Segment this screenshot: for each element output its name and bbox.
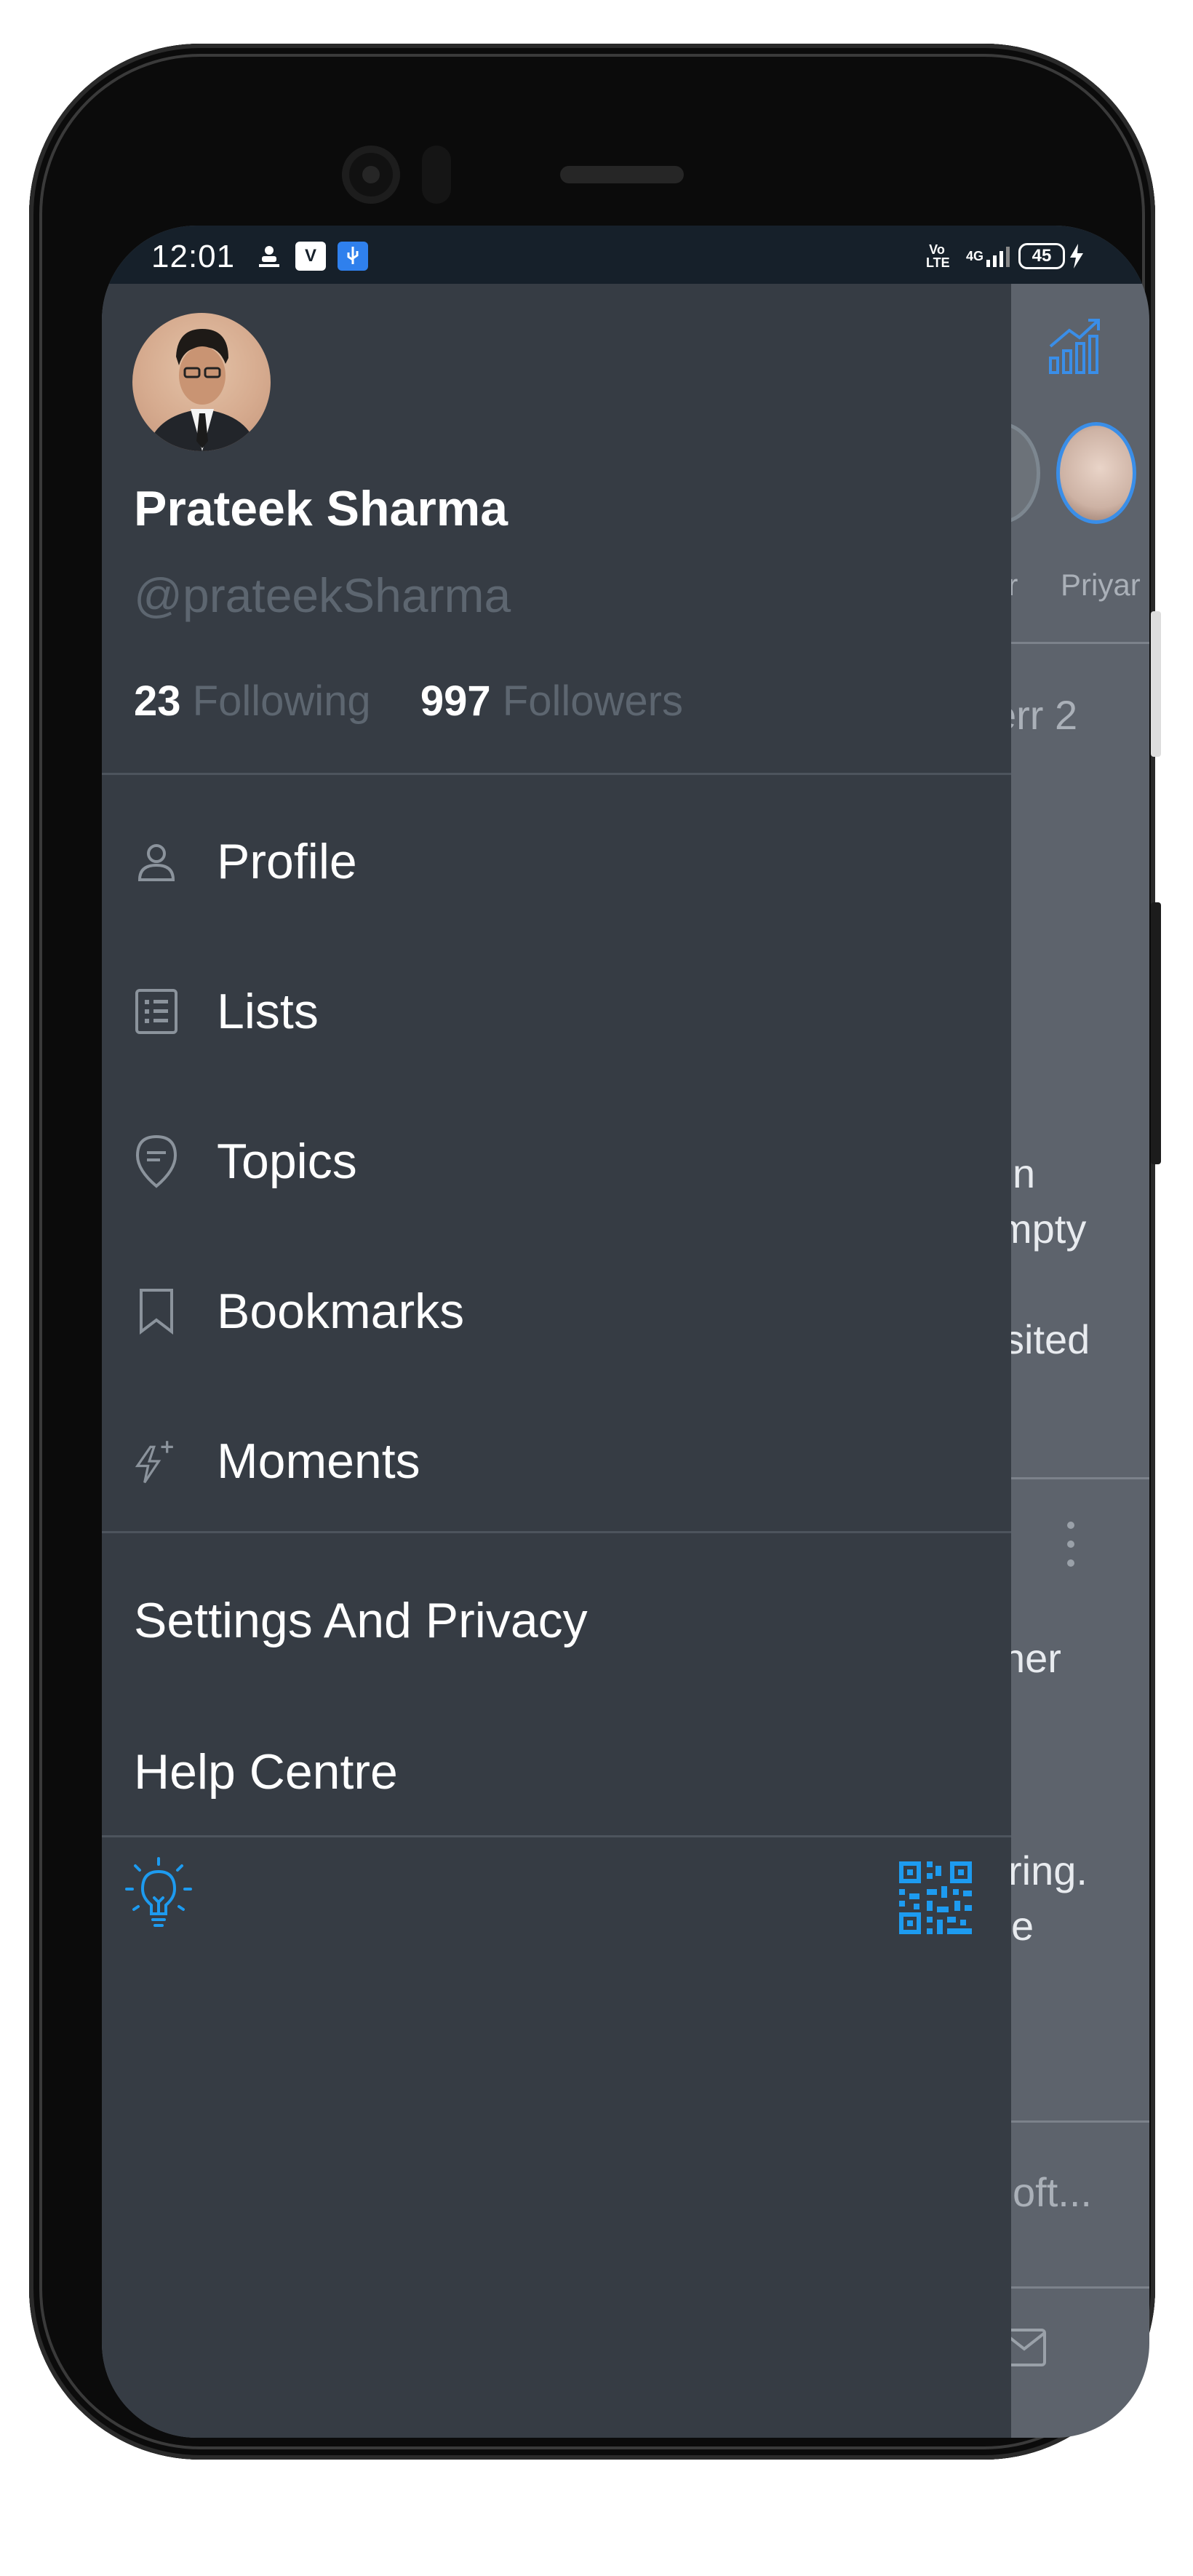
menu-item-lists[interactable]: Lists	[134, 968, 319, 1055]
usb-notification-icon	[338, 242, 368, 271]
proximity-sensor	[422, 146, 451, 204]
analytics-icon[interactable]	[1048, 317, 1103, 379]
help-centre-link[interactable]: Help Centre	[134, 1744, 398, 1800]
avatar[interactable]	[132, 313, 271, 451]
menu-item-moments[interactable]: Moments	[134, 1418, 420, 1505]
drawer-divider	[102, 773, 1011, 775]
menu-item-topics[interactable]: Topics	[134, 1118, 357, 1205]
settings-and-privacy-link[interactable]: Settings And Privacy	[134, 1592, 588, 1649]
tweet-text: ring.	[1008, 1848, 1088, 1893]
menu-item-profile[interactable]: Profile	[134, 818, 357, 905]
following-link[interactable]: 23 Following	[134, 677, 383, 725]
qr-code-icon[interactable]	[899, 1861, 972, 1938]
display-name: Prateek Sharma	[134, 481, 508, 536]
moments-icon	[134, 1432, 179, 1490]
menu-item-label: Moments	[217, 1434, 420, 1489]
menu-item-label: Lists	[217, 984, 319, 1039]
followers-label: Followers	[502, 677, 683, 725]
more-options-icon[interactable]	[1066, 1521, 1075, 1571]
menu-item-label: Profile	[217, 834, 357, 889]
profile-notification-icon	[256, 242, 282, 271]
status-time: 12:01	[151, 239, 236, 274]
tweet-text: oft...	[1013, 2169, 1092, 2215]
battery-indicator: 45	[1018, 243, 1065, 269]
timeline-divider	[1011, 1477, 1149, 1479]
volte-icon: Vo LTE	[922, 242, 951, 271]
battery-level: 45	[1032, 246, 1052, 266]
network-4g-label: 4G	[965, 248, 983, 263]
phone-frame: 12:01 V Vo LTE 4G 45 Priyar err 2 n mpty…	[29, 44, 1161, 2460]
lightbulb-icon[interactable]	[121, 1856, 196, 1935]
app-v-notification-icon: V	[295, 242, 326, 271]
tweet-text: n	[1013, 1150, 1036, 1196]
navigation-drawer: Prateek Sharma @prateekSharma 23 Followi…	[102, 284, 1011, 2438]
following-count: 23	[134, 677, 181, 725]
tweet-text: sited	[1004, 1316, 1090, 1362]
followers-count: 997	[420, 677, 491, 725]
earpiece-speaker	[560, 166, 684, 183]
drawer-divider	[102, 1835, 1011, 1837]
charging-icon	[1068, 242, 1085, 271]
volte-label: Vo LTE	[926, 242, 950, 270]
user-handle: @prateekSharma	[134, 568, 511, 622]
bookmark-icon	[134, 1282, 179, 1340]
tweet-text: her	[1002, 1635, 1061, 1681]
list-icon	[134, 982, 179, 1041]
volume-button	[1151, 611, 1161, 757]
following-label: Following	[192, 677, 371, 725]
timeline-divider	[1011, 2286, 1149, 2289]
follow-stats: 23 Following 997 Followers	[134, 677, 683, 726]
network-4g-icon: 4G	[963, 242, 1014, 271]
power-button	[1151, 902, 1161, 1164]
followers-link[interactable]: 997 Followers	[420, 677, 683, 725]
menu-item-label: Bookmarks	[217, 1284, 465, 1339]
timeline-divider	[1011, 2120, 1149, 2123]
topic-icon	[134, 1132, 179, 1190]
timeline-divider	[1011, 642, 1149, 644]
screen: 12:01 V Vo LTE 4G 45 Priyar err 2 n mpty…	[102, 226, 1149, 2438]
fleet-avatar[interactable]	[1056, 422, 1136, 524]
person-icon	[134, 832, 179, 891]
menu-item-bookmarks[interactable]: Bookmarks	[134, 1268, 464, 1355]
fleet-name: Priyar	[1061, 568, 1141, 602]
front-camera	[342, 146, 400, 204]
tweet-text: mpty	[998, 1206, 1087, 1252]
tweet-text: e	[1011, 1903, 1034, 1949]
drawer-divider	[102, 1531, 1011, 1533]
menu-item-label: Topics	[217, 1134, 357, 1189]
status-bar: 12:01 V Vo LTE 4G 45	[102, 226, 1149, 284]
